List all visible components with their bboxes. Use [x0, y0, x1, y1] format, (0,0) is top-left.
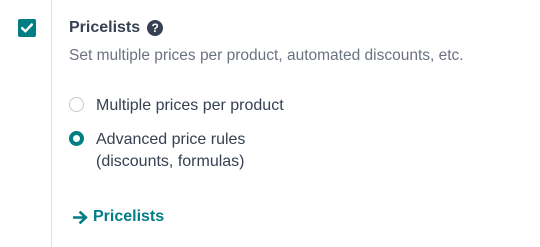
radio-label-advanced-rules-line1: Advanced price rules: [96, 131, 246, 148]
radio-option-multiple-prices[interactable]: Multiple prices per product: [69, 95, 284, 117]
radio-label-advanced-rules: Advanced price rules (discounts, formula…: [96, 129, 245, 173]
radio-option-advanced-rules[interactable]: Advanced price rules (discounts, formula…: [69, 129, 245, 173]
radio-label-advanced-rules-line2: (discounts, formulas): [96, 153, 245, 170]
pricelists-link-label: Pricelists: [93, 208, 165, 225]
radio-advanced-rules[interactable]: [69, 131, 84, 146]
setting-title: Pricelists: [69, 19, 141, 36]
arrow-right-icon: [73, 210, 88, 224]
question-circle-icon[interactable]: ?: [147, 20, 164, 36]
radio-label-multiple-prices: Multiple prices per product: [96, 97, 284, 114]
setting-title-row: Pricelists ?: [69, 17, 164, 39]
pricelists-setting: Pricelists ? Set multiple prices per pro…: [0, 0, 540, 247]
check-icon: [21, 23, 33, 33]
radio-multiple-prices[interactable]: [69, 97, 84, 112]
pricelists-checkbox[interactable]: [18, 19, 36, 37]
setting-divider: [51, 0, 52, 247]
setting-description: Set multiple prices per product, automat…: [69, 47, 464, 64]
pricelists-link[interactable]: Pricelists: [73, 208, 164, 226]
